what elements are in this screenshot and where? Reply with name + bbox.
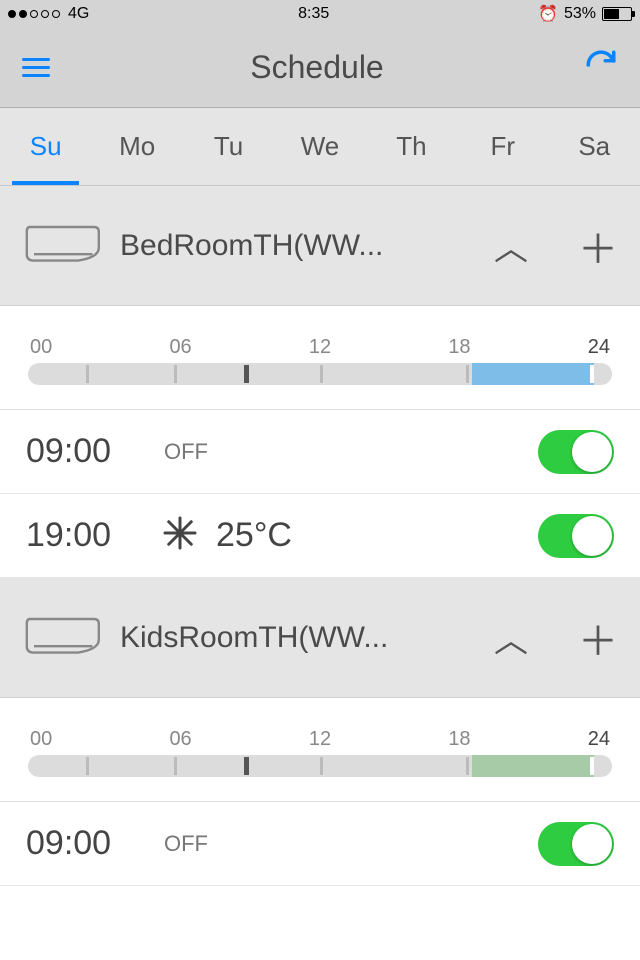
nav-bar: Schedule xyxy=(0,28,640,108)
timeline-fill xyxy=(472,363,595,385)
refresh-button[interactable] xyxy=(584,48,618,87)
ac-unit-icon xyxy=(22,610,102,665)
timeline-bar[interactable] xyxy=(28,755,612,777)
timeline: 00 06 12 18 24 xyxy=(0,698,640,802)
tab-th[interactable]: Th xyxy=(366,108,457,185)
collapse-button[interactable]: ︿ xyxy=(476,613,546,662)
timeline-tick-label: 12 xyxy=(309,728,331,751)
schedule-row[interactable]: 09:00 OFF xyxy=(0,802,640,886)
carrier-label: 4G xyxy=(68,5,89,23)
device-header: KidsRoomTH(WW... ︿ ＋ xyxy=(0,578,640,698)
schedule-time: 09:00 xyxy=(26,432,156,471)
schedule-time: 09:00 xyxy=(26,824,156,863)
page-title: Schedule xyxy=(250,49,383,86)
add-schedule-button[interactable]: ＋ xyxy=(564,217,618,275)
timeline-tick-label: 12 xyxy=(309,336,331,359)
tab-mo[interactable]: Mo xyxy=(91,108,182,185)
timeline-fill xyxy=(472,755,595,777)
timeline-tick-label: 06 xyxy=(169,728,191,751)
timeline-bar[interactable] xyxy=(28,363,612,385)
collapse-button[interactable]: ︿ xyxy=(476,221,546,270)
tab-we[interactable]: We xyxy=(274,108,365,185)
timeline-tick-label: 18 xyxy=(448,728,470,751)
device-name: BedRoomTH(WW... xyxy=(120,229,458,263)
timeline-tick-label: 00 xyxy=(30,336,52,359)
clock-label: 8:35 xyxy=(298,5,329,23)
tab-tu[interactable]: Tu xyxy=(183,108,274,185)
battery-icon xyxy=(602,7,632,21)
add-schedule-button[interactable]: ＋ xyxy=(564,609,618,667)
schedule-toggle[interactable] xyxy=(538,514,614,558)
timeline-tick-label: 06 xyxy=(169,336,191,359)
timeline: 00 06 12 18 24 xyxy=(0,306,640,410)
tab-fr[interactable]: Fr xyxy=(457,108,548,185)
ac-unit-icon xyxy=(22,218,102,273)
schedule-time: 19:00 xyxy=(26,516,156,555)
signal-dots-icon xyxy=(8,10,60,18)
schedule-toggle[interactable] xyxy=(538,822,614,866)
tab-sa[interactable]: Sa xyxy=(549,108,640,185)
schedule-temp: 25°C xyxy=(216,516,292,555)
status-bar: 4G 8:35 ⏰ 53% xyxy=(0,0,640,28)
schedule-toggle[interactable] xyxy=(538,430,614,474)
schedule-row[interactable]: 19:00 25°C xyxy=(0,494,640,578)
timeline-tick-label: 18 xyxy=(448,336,470,359)
snowflake-icon xyxy=(156,515,198,556)
device-header: BedRoomTH(WW... ︿ ＋ xyxy=(0,186,640,306)
alarm-icon: ⏰ xyxy=(538,4,558,24)
device-name: KidsRoomTH(WW... xyxy=(120,621,458,655)
schedule-mode: OFF xyxy=(164,439,208,465)
battery-pct: 53% xyxy=(564,5,596,23)
schedule-row[interactable]: 09:00 OFF xyxy=(0,410,640,494)
day-tabs: SuMoTuWeThFrSa xyxy=(0,108,640,186)
timeline-tick-label: 24 xyxy=(588,728,610,751)
tab-su[interactable]: Su xyxy=(0,108,91,185)
schedule-mode: OFF xyxy=(164,831,208,857)
timeline-tick-label: 00 xyxy=(30,728,52,751)
menu-button[interactable] xyxy=(22,58,50,77)
timeline-tick-label: 24 xyxy=(588,336,610,359)
